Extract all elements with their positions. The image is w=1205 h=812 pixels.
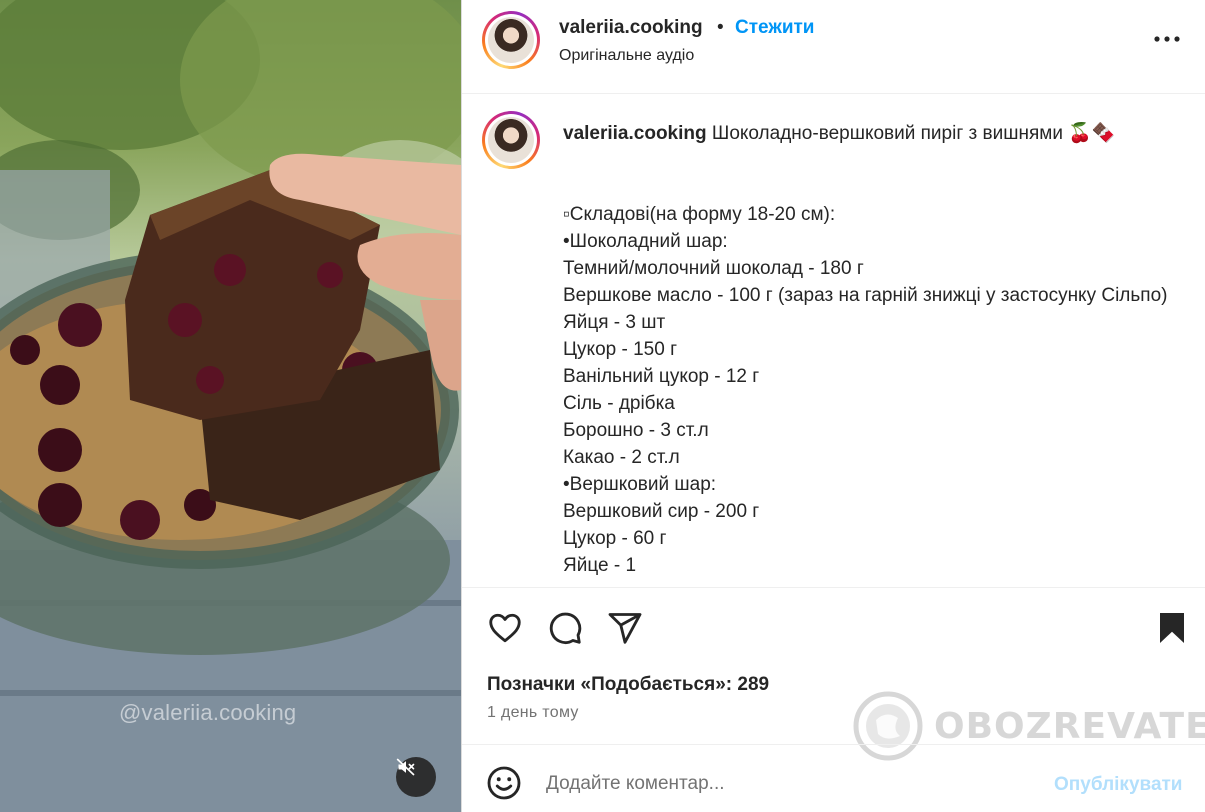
header-separator: •: [717, 17, 724, 38]
caption-title: Шоколадно-вершковий пиріг з вишнями 🍒🍫: [711, 123, 1116, 144]
comment-input[interactable]: [546, 769, 1026, 799]
post-media[interactable]: @valeriia.cooking: [0, 0, 461, 812]
share-icon[interactable]: [607, 610, 643, 646]
caption-text: ▫Складові(на форму 18-20 см): •Шоколадний…: [563, 201, 1178, 579]
emoji-icon[interactable]: [486, 765, 522, 801]
bookmark-icon[interactable]: [1154, 610, 1190, 646]
caption-line: Цукор - 150 г: [563, 339, 678, 360]
caption-line: Ванільний цукор - 12 г: [563, 366, 760, 387]
caption-line: Яйце - 1: [563, 555, 637, 576]
speaker-muted-icon: [396, 758, 415, 776]
caption-line: ▫Складові(на форму 18-20 см):: [563, 204, 836, 225]
caption-line: Борошно - 3 ст.л: [563, 420, 709, 441]
mute-button[interactable]: [396, 757, 436, 797]
author-avatar[interactable]: [482, 11, 540, 69]
author-username[interactable]: valeriia.cooking: [559, 17, 703, 39]
caption-line: Какао - 2 ст.л: [563, 447, 680, 468]
post-time[interactable]: 1 день тому: [487, 704, 579, 722]
caption-line: Цукор - 60 г: [563, 528, 667, 549]
caption-line: •Шоколадний шар:: [563, 231, 728, 252]
caption-line: •Вершковий шар:: [563, 474, 717, 495]
food-photo: [0, 0, 461, 812]
more-dots-icon[interactable]: [1152, 27, 1182, 51]
comment-icon[interactable]: [547, 610, 583, 646]
post-panel: valeriia.cooking • Стежити Оригінальне а…: [461, 0, 1205, 812]
caption-line: Сіль - дрібка: [563, 393, 675, 414]
caption-avatar[interactable]: [482, 111, 540, 169]
comment-bar: Опублікувати: [462, 744, 1205, 812]
brand-name: OBOZREVATEL: [934, 705, 1205, 747]
post-actions: Позначки «Подобається»: 289 1 день тому …: [462, 587, 1205, 761]
likes-count[interactable]: Позначки «Подобається»: 289: [487, 674, 769, 696]
post-header: valeriia.cooking • Стежити Оригінальне а…: [462, 0, 1205, 94]
audio-label[interactable]: Оригінальне аудіо: [559, 47, 694, 65]
heart-icon[interactable]: [487, 610, 523, 646]
caption-heading: valeriia.cooking Шоколадно-вершковий пир…: [563, 120, 1178, 147]
caption-username[interactable]: valeriia.cooking: [563, 123, 707, 144]
follow-button[interactable]: Стежити: [735, 17, 814, 39]
caption-line: Вершковий сир - 200 г: [563, 501, 760, 522]
media-watermark: @valeriia.cooking: [119, 700, 297, 725]
caption-area: valeriia.cooking Шоколадно-вершковий пир…: [462, 95, 1205, 587]
caption-line: Яйця - 3 шт: [563, 312, 666, 333]
caption-line: Вершкове масло - 100 г (зараз на гарній …: [563, 285, 1168, 306]
caption-line: Темний/молочний шоколад - 180 г: [563, 258, 864, 279]
publish-button[interactable]: Опублікувати: [1054, 774, 1183, 796]
